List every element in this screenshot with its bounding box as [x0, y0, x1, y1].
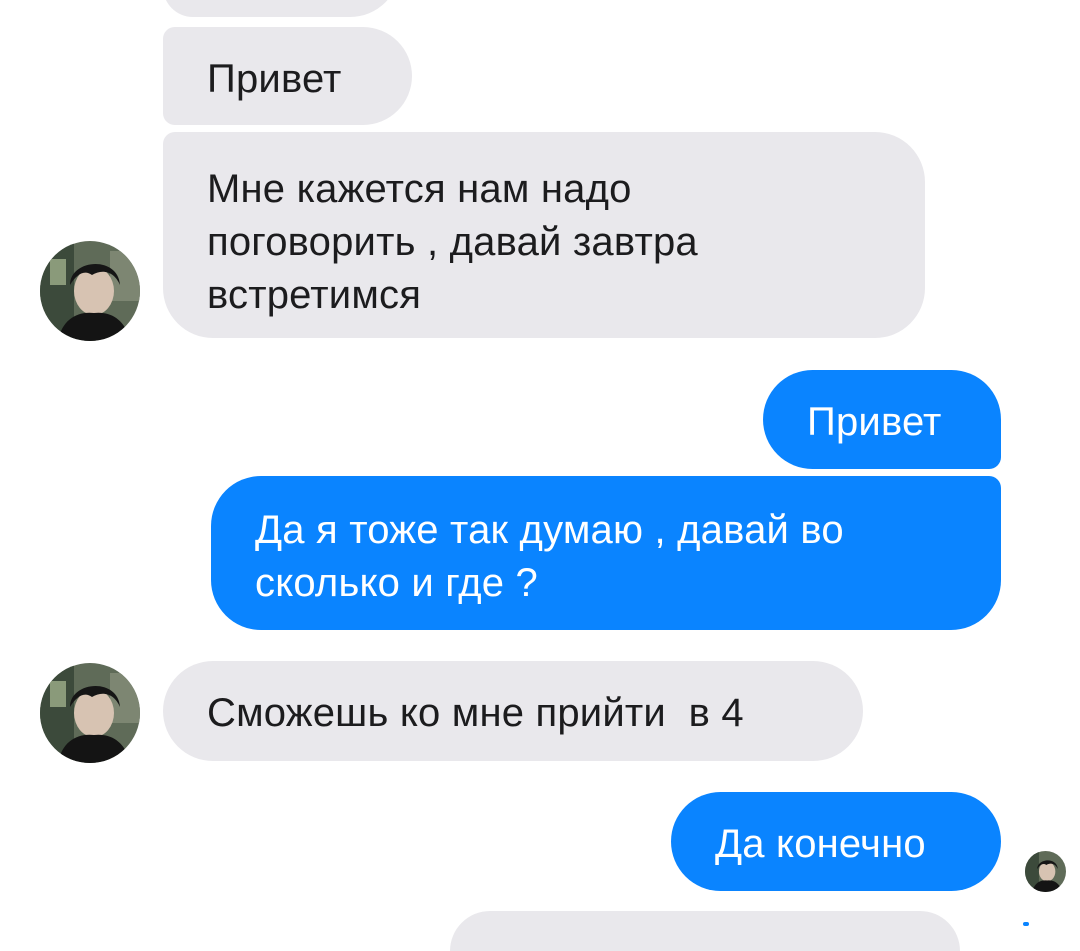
avatar-image [1025, 851, 1066, 892]
message-bubble-outgoing[interactable]: Да конечно [671, 792, 1001, 891]
message-bubble-incoming[interactable]: Привет [163, 27, 412, 125]
message-text: Привет [207, 57, 342, 101]
contact-avatar-icon[interactable] [40, 241, 140, 341]
message-text: Привет [807, 400, 942, 444]
avatar-image [40, 663, 140, 763]
message-bubble-incoming[interactable]: Мне кажется нам надо поговорить , давай … [163, 132, 925, 338]
message-bubble-incoming[interactable]: Сможешь ко мне прийти в 4 [163, 661, 863, 761]
message-text: Сможешь ко мне прийти в 4 [207, 691, 744, 735]
message-bubble-outgoing[interactable]: Привет [763, 370, 1001, 469]
contact-avatar-icon[interactable] [40, 663, 140, 763]
message-text: Да я тоже так думаю , давай во сколько и… [255, 508, 844, 605]
avatar-image [40, 241, 140, 341]
typing-indicator [1023, 922, 1029, 926]
message-bubble-incoming[interactable] [450, 911, 960, 951]
message-text: Мне кажется нам надо поговорить , давай … [207, 167, 698, 317]
read-receipt-avatar-icon [1025, 851, 1066, 892]
message-bubble-outgoing[interactable]: Да я тоже так думаю , давай во сколько и… [211, 476, 1001, 630]
message-text: Да конечно [715, 822, 926, 866]
message-bubble-incoming[interactable] [163, 0, 400, 17]
